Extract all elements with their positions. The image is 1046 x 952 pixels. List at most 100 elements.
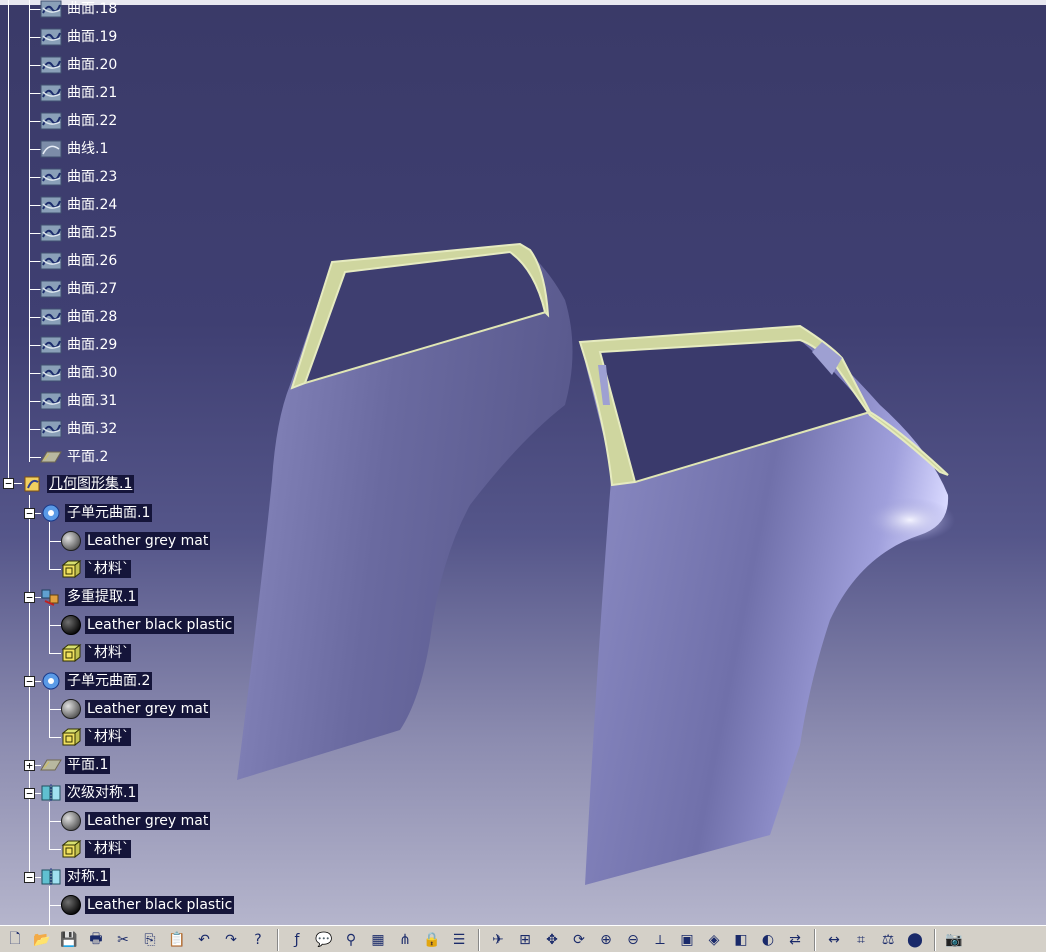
whats-this-icon: ? xyxy=(254,932,262,948)
tree-node-surface[interactable]: 曲面.20 xyxy=(40,54,119,76)
surface-icon xyxy=(40,279,62,299)
tree-node-material-link[interactable]: `材料` xyxy=(60,838,131,860)
lock-button[interactable]: 🔒 xyxy=(421,930,443,950)
surface-icon xyxy=(40,111,62,131)
hyperlink-button[interactable]: ⚲ xyxy=(340,930,362,950)
tree-node-curve[interactable]: 曲线.1 xyxy=(40,138,110,160)
tree-node-surface[interactable]: 曲面.28 xyxy=(40,306,119,328)
tree-node-surface[interactable]: 曲面.31 xyxy=(40,390,119,412)
lock-icon: 🔒 xyxy=(423,932,441,948)
tree-node-material[interactable]: Leather grey mat xyxy=(60,810,211,832)
tree-node-material-link[interactable]: `材料` xyxy=(60,558,131,580)
whats-this-button[interactable]: ? xyxy=(247,930,269,950)
save-button[interactable]: 💾 xyxy=(58,930,80,950)
tree-node-geometrical-set[interactable]: 几何图形集.1 xyxy=(22,473,135,495)
comment-button[interactable]: 💬 xyxy=(313,930,335,950)
inertia-button[interactable]: ⚖ xyxy=(877,930,899,950)
formula-icon: ƒ xyxy=(294,932,300,948)
tree-expand-toggle[interactable]: + xyxy=(24,760,35,771)
tree-connector xyxy=(29,0,30,462)
tree-node-surface[interactable]: 曲面.25 xyxy=(40,222,119,244)
tree-collapse-toggle[interactable]: − xyxy=(24,872,35,883)
cut-icon: ✂ xyxy=(117,932,129,948)
tree-node-child[interactable]: 平面.1 xyxy=(40,754,111,776)
fit-all-button[interactable]: ⊞ xyxy=(514,930,536,950)
zoom-in-button[interactable]: ⊕ xyxy=(595,930,617,950)
tree-node-label: 曲面.25 xyxy=(67,225,118,241)
normal-view-icon: ⟂ xyxy=(655,932,665,948)
undo-button[interactable]: ↶ xyxy=(193,930,215,950)
zoom-out-button[interactable]: ⊖ xyxy=(622,930,644,950)
multi-view-button[interactable]: ▣ xyxy=(676,930,698,950)
iso-view-icon: ◈ xyxy=(708,932,720,948)
tree-node-surface[interactable]: 曲面.19 xyxy=(40,26,119,48)
tree-collapse-toggle[interactable]: − xyxy=(24,676,35,687)
material-icon xyxy=(60,559,82,579)
tree-collapse-toggle[interactable]: − xyxy=(24,508,35,519)
tree-node-child[interactable]: 对称.1 xyxy=(40,866,111,888)
material-label: Leather grey mat xyxy=(85,812,211,830)
normal-view-button[interactable]: ⟂ xyxy=(649,930,671,950)
measure-item-button[interactable]: ⌗ xyxy=(850,930,872,950)
tree-node-surface[interactable]: 曲面.27 xyxy=(40,278,119,300)
formula-button[interactable]: ƒ xyxy=(286,930,308,950)
tree-node-child[interactable]: 子单元曲面.1 xyxy=(40,502,153,524)
shading-button[interactable]: ◧ xyxy=(730,930,752,950)
apply-material-button[interactable]: ⬤ xyxy=(904,930,926,950)
paste-button[interactable]: 📋 xyxy=(166,930,188,950)
right-door[interactable] xyxy=(578,324,955,885)
measure-button[interactable]: ↔ xyxy=(823,930,845,950)
copy-button[interactable]: ⎘ xyxy=(139,930,161,950)
tree-node-surface[interactable]: 曲面.26 xyxy=(40,250,119,272)
tree-node-surface[interactable]: 曲面.18 xyxy=(40,0,119,20)
3d-viewport[interactable]: 曲面.18 曲面.19 曲面.20 曲面.21 曲面.22 曲线.1 曲面.23… xyxy=(0,0,1046,926)
capture-button[interactable]: 📷 xyxy=(943,930,965,950)
tree-node-child[interactable]: 次级对称.1 xyxy=(40,782,139,804)
redo-button[interactable]: ↷ xyxy=(220,930,242,950)
tree-node-surface[interactable]: 曲面.29 xyxy=(40,334,119,356)
new-button[interactable]: 🗋 xyxy=(4,930,26,950)
tree-collapse-toggle[interactable]: − xyxy=(24,592,35,603)
iso-view-button[interactable]: ◈ xyxy=(703,930,725,950)
tree-node-material-link[interactable]: `材料` xyxy=(60,726,131,748)
tree-node-label: 平面.2 xyxy=(67,449,109,465)
tree-node-surface[interactable]: 曲面.22 xyxy=(40,110,119,132)
open-button[interactable]: 📂 xyxy=(31,930,53,950)
inertia-icon: ⚖ xyxy=(881,932,895,948)
table-button[interactable]: ▦ xyxy=(367,930,389,950)
cut-button[interactable]: ✂ xyxy=(112,930,134,950)
tree-node-material-link[interactable]: `材料` xyxy=(60,642,131,664)
material-label: Leather black plastic xyxy=(85,616,235,634)
tree-collapse-toggle[interactable]: − xyxy=(3,478,14,489)
swap-button[interactable]: ⇄ xyxy=(784,930,806,950)
tree-node-surface[interactable]: 曲面.23 xyxy=(40,166,119,188)
surface-icon xyxy=(40,55,62,75)
tree-node-label: 曲线.1 xyxy=(67,141,109,157)
rotate-button[interactable]: ⟳ xyxy=(568,930,590,950)
fit-all-icon: ⊞ xyxy=(519,932,531,948)
tree-node-plane[interactable]: 平面.2 xyxy=(40,446,110,468)
print-button[interactable]: 🖶 xyxy=(85,930,107,950)
tree-node-surface[interactable]: 曲面.21 xyxy=(40,82,119,104)
comment-icon: 💬 xyxy=(315,932,333,948)
tree-node-material[interactable]: Leather black plastic xyxy=(60,614,235,636)
tree-node-label: 曲面.19 xyxy=(67,29,118,45)
pan-button[interactable]: ✥ xyxy=(541,930,563,950)
tree-node-surface[interactable]: 曲面.30 xyxy=(40,362,119,384)
tree-button[interactable]: ⋔ xyxy=(394,930,416,950)
tree-node-label: 曲面.26 xyxy=(67,253,118,269)
tree-node-material[interactable]: Leather grey mat xyxy=(60,698,211,720)
hide-show-button[interactable]: ◐ xyxy=(757,930,779,950)
tree-node-surface[interactable]: 曲面.24 xyxy=(40,194,119,216)
tree-node-child[interactable]: 子单元曲面.2 xyxy=(40,670,153,692)
tree-node-label: 曲面.29 xyxy=(67,337,118,353)
tree-collapse-toggle[interactable]: − xyxy=(24,788,35,799)
tree-node-material[interactable]: Leather black plastic xyxy=(60,894,235,916)
tree-node-material[interactable]: Leather grey mat xyxy=(60,530,211,552)
tree-node-surface[interactable]: 曲面.32 xyxy=(40,418,119,440)
catalog-button[interactable]: ☰ xyxy=(448,930,470,950)
symmetry-icon xyxy=(40,867,62,887)
subelement-surface-icon xyxy=(40,671,62,691)
fly-mode-button[interactable]: ✈ xyxy=(487,930,509,950)
tree-node-child[interactable]: 多重提取.1 xyxy=(40,586,139,608)
